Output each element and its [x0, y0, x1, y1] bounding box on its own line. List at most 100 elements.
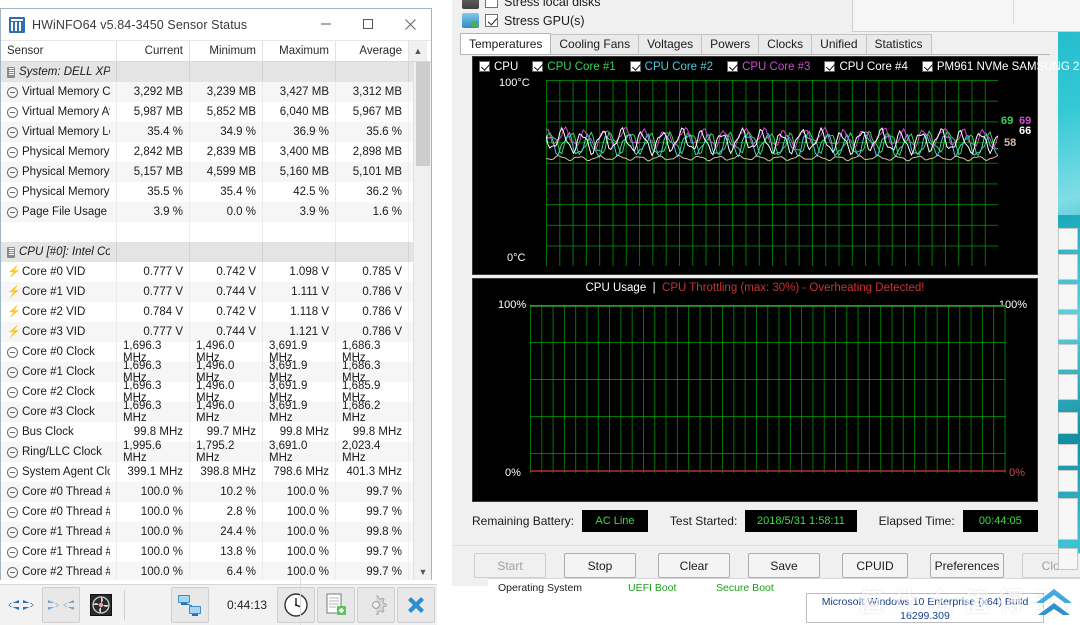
clock-icon: [7, 486, 18, 498]
stress-local-disks-checkbox[interactable]: [485, 0, 498, 8]
save-button[interactable]: Save: [748, 553, 820, 578]
table-row[interactable]: Core #1 Clock 1,696.3 MHz 1,496.0 MHz 3,691…: [1, 360, 431, 384]
sensor-table-header: Sensor Current Minimum Maximum Average ▲: [1, 41, 431, 62]
network-icon[interactable]: [171, 587, 209, 623]
stress-options-groupbox: [852, 0, 1080, 32]
arrows-out-icon[interactable]: [2, 587, 40, 623]
stop-button[interactable]: Stop: [564, 553, 636, 578]
settings-gear-icon[interactable]: [357, 587, 396, 623]
legend-item-cpu-core-2[interactable]: CPU Core #2: [629, 61, 713, 73]
table-row[interactable]: CPU [#0]: Intel Cor...: [1, 242, 431, 262]
table-row[interactable]: Core #0 Thread #0... 100.0 %10.2 %100.0 %…: [1, 482, 431, 502]
sensor-name: Core #1 Thread #0...: [22, 526, 110, 538]
maximize-icon[interactable]: [347, 9, 389, 40]
column-header-minimum[interactable]: Minimum: [190, 41, 263, 61]
legend-checkbox[interactable]: [727, 61, 739, 72]
table-row[interactable]: Core #0 Clock 1,696.3 MHz 1,496.0 MHz 3,691…: [1, 340, 431, 364]
table-row[interactable]: ⚡ Core #0 VID 0.777 V 0.742 V 1.098 V 0.785 V: [1, 262, 431, 282]
table-row[interactable]: Page File Usage 3.9 % 0.0 % 3.9 % 1.6 %: [1, 202, 431, 222]
table-row[interactable]: Core #3 Clock 1,696.3 MHz 1,496.0 MHz 3,691…: [1, 400, 431, 424]
table-row[interactable]: [1, 222, 431, 242]
sensor-list-scrollbar[interactable]: ▼: [413, 62, 431, 580]
sensor-name: Physical Memory Used: [22, 146, 110, 158]
close-icon[interactable]: [389, 9, 431, 40]
table-row[interactable]: Ring/LLC Clock 1,995.6 MHz 1,795.2 MHz 3,69…: [1, 440, 431, 464]
sensor-current-cell: 0.784 V: [117, 302, 190, 322]
sensor-name: Physical Memory Av...: [22, 166, 110, 178]
clock-icon: [7, 426, 18, 438]
sensor-maximum-cell: 3,691.0 MHz: [263, 440, 336, 464]
stress-gpus-checkbox[interactable]: [485, 14, 498, 27]
tab-unified[interactable]: Unified: [811, 34, 867, 54]
sensor-average-cell: 0.786 V: [336, 322, 409, 342]
legend-item-pm961-nvme-samsung-256gb[interactable]: PM961 NVMe SAMSUNG 256GB: [921, 61, 1080, 73]
table-row[interactable]: ⚡ Core #2 VID 0.784 V 0.742 V 1.118 V 0.786 V: [1, 302, 431, 322]
clock-icon[interactable]: [277, 587, 316, 623]
sensor-maximum-cell: 3,691.9 MHz: [263, 380, 336, 404]
close-x-icon[interactable]: [397, 587, 436, 623]
sensor-name-cell: Core #1 Thread #1...: [1, 542, 117, 562]
table-row[interactable]: Core #2 Clock 1,696.3 MHz 1,496.0 MHz 3,691…: [1, 380, 431, 404]
table-row[interactable]: Virtual Memory Load 35.4 %34.9 %36.9 %35.…: [1, 122, 431, 142]
table-row[interactable]: Virtual Memory Com... 3,292 MB3,239 MB3,4…: [1, 82, 431, 102]
sensor-current-cell: 100.0 %: [117, 482, 190, 502]
legend-checkbox[interactable]: [532, 61, 544, 72]
table-row[interactable]: Core #1 Thread #1... 100.0 %13.8 %100.0 %…: [1, 542, 431, 562]
scroll-up-arrow[interactable]: ▲: [409, 41, 427, 61]
os-line-1: Microsoft Windows 10 Enterprise (x64) Bu…: [821, 596, 1029, 622]
scrollbar-thumb[interactable]: [416, 62, 430, 166]
stress-gpus-row[interactable]: Stress GPU(s): [462, 13, 585, 28]
table-row[interactable]: Bus Clock 99.8 MHz 99.7 MHz 99.8 MHz 99.8 MH…: [1, 422, 431, 442]
legend-checkbox[interactable]: [921, 61, 933, 72]
new-document-icon[interactable]: [317, 587, 356, 623]
bolt-icon: ⚡: [7, 285, 21, 298]
legend-item-cpu-core-4[interactable]: CPU Core #4: [824, 61, 908, 73]
remaining-battery-value: AC Line: [582, 510, 648, 532]
hwinfo-title-bar[interactable]: HWiNFO64 v5.84-3450 Sensor Status: [1, 9, 431, 41]
legend-checkbox[interactable]: [479, 61, 490, 72]
sensor-maximum-cell: 798.6 MHz: [263, 462, 336, 482]
scroll-down-arrow[interactable]: ▼: [414, 563, 431, 580]
table-row[interactable]: Core #1 Thread #0... 100.0 %24.4 %100.0 %…: [1, 522, 431, 542]
clock-icon: [7, 346, 18, 358]
table-row[interactable]: Core #2 Thread #0...100.0 %6.4 %100.0 %9…: [1, 562, 431, 580]
sensor-name: Virtual Memory Load: [22, 126, 110, 138]
table-row[interactable]: ⚡ Core #1 VID 0.777 V 0.744 V 1.111 V 0.786 V: [1, 282, 431, 302]
table-row[interactable]: System Agent Clock 399.1 MHz398.8 MHz798.…: [1, 462, 431, 482]
table-row[interactable]: System: DELL XPS 1...: [1, 62, 431, 82]
minimize-icon[interactable]: [305, 9, 347, 40]
sensor-average-cell: 0.786 V: [336, 302, 409, 322]
sensor-maximum-cell: [263, 242, 336, 262]
arrows-in-icon[interactable]: [42, 587, 80, 623]
table-row[interactable]: Physical Memory Load 35.5 %35.4 %42.5 %36…: [1, 182, 431, 202]
column-header-sensor[interactable]: Sensor: [1, 41, 117, 61]
legend-label: CPU: [494, 60, 519, 73]
table-row[interactable]: Physical Memory Av...5,157 MB4,599 MB5,1…: [1, 162, 431, 182]
tab-voltages[interactable]: Voltages: [638, 34, 703, 54]
column-header-current[interactable]: Current: [117, 41, 190, 61]
legend-item-cpu-core-1[interactable]: CPU Core #1: [532, 60, 616, 73]
sensor-maximum-cell: 3,691.9 MHz: [263, 340, 336, 364]
cpuid-button[interactable]: CPUID: [842, 553, 908, 578]
legend-label: CPU Core #1: [547, 60, 616, 73]
table-row[interactable]: Physical Memory Used 2,842 MB2,839 MB3,40…: [1, 142, 431, 162]
table-row[interactable]: ⚡ Core #3 VID 0.777 V 0.744 V 1.121 V 0.786 V: [1, 322, 431, 342]
column-header-average[interactable]: Average: [336, 41, 409, 61]
stress-local-disks-row[interactable]: Stress local disks: [462, 0, 601, 9]
legend-item-cpu[interactable]: CPU: [479, 61, 518, 73]
tab-temperatures[interactable]: Temperatures: [460, 33, 552, 54]
legend-checkbox[interactable]: [824, 61, 836, 72]
column-header-maximum[interactable]: Maximum: [263, 41, 336, 61]
legend-checkbox[interactable]: [629, 61, 641, 72]
tab-cooling-fans[interactable]: Cooling Fans: [550, 34, 640, 54]
tab-statistics[interactable]: Statistics: [865, 34, 932, 54]
table-row[interactable]: Core #0 Thread #1...100.0 %2.8 %100.0 %9…: [1, 502, 431, 522]
sensor-maximum-cell: 3,427 MB: [263, 82, 336, 102]
legend-item-cpu-core-3[interactable]: CPU Core #3: [727, 61, 810, 73]
tab-powers[interactable]: Powers: [701, 34, 760, 54]
fan-icon[interactable]: [82, 587, 120, 623]
preferences-button[interactable]: Preferences: [930, 553, 1004, 578]
clear-button[interactable]: Clear: [658, 553, 730, 578]
table-row[interactable]: Virtual Memory Avai... 5,987 MB5,852 MB6,…: [1, 102, 431, 122]
tab-clocks[interactable]: Clocks: [758, 34, 813, 54]
